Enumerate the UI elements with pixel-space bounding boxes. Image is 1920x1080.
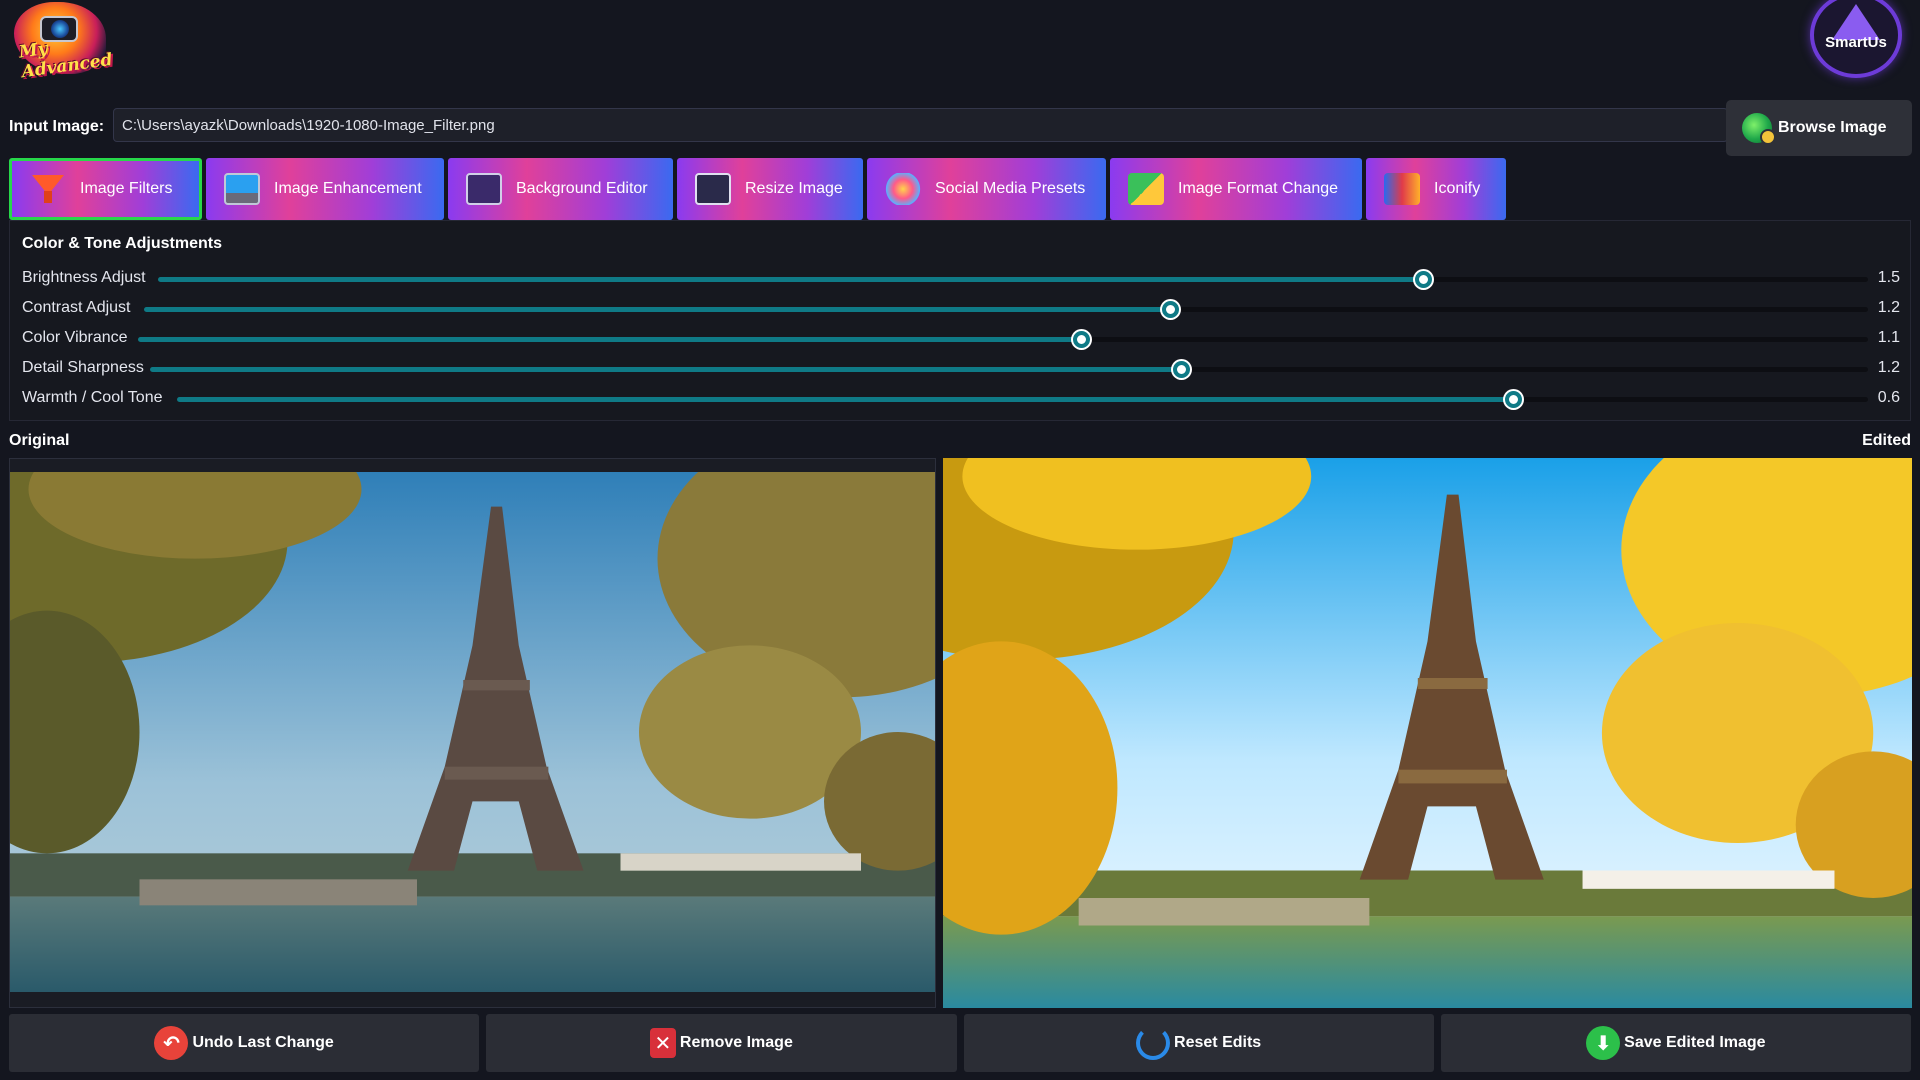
reset-icon [1136,1026,1171,1060]
undo-icon: ↶ [154,1026,189,1060]
download-icon: ⬇ [1586,1026,1621,1060]
tab-label: Background Editor [516,180,648,197]
sharpness-slider-row: Detail Sharpness 1.2 [22,353,1900,383]
vibrance-slider[interactable] [138,331,1868,348]
reset-edits-button[interactable]: Reset Edits [963,1014,1434,1072]
tab-label: Image Filters [80,180,173,197]
iconify-icon [1384,173,1420,205]
warmth-slider[interactable] [177,391,1868,408]
tab-label: Image Enhancement [274,180,422,197]
brand-logo: SmartUs [1810,0,1902,78]
tab-image-enhancement[interactable]: Image Enhancement [206,158,444,220]
slider-label: Detail Sharpness [22,359,144,376]
slider-fill [158,277,1424,282]
slider-value: 0.6 [1877,389,1900,406]
original-label: Original [9,432,70,449]
slider-label: Brightness Adjust [22,269,146,286]
slider-value: 1.1 [1877,329,1900,346]
tab-resize-image[interactable]: Resize Image [677,158,863,220]
brand-logo-text: SmartUs [1825,34,1887,51]
action-bar: ↶ Undo Last Change ✕ Remove Image Reset … [9,1014,1911,1072]
slider-fill [138,337,1081,342]
contrast-slider[interactable] [144,301,1868,318]
slider-label: Color Vibrance [22,329,128,346]
browse-image-button[interactable]: Browse Image [1726,100,1912,156]
tab-iconify[interactable]: Iconify [1366,158,1506,220]
slider-handle[interactable] [1172,361,1190,378]
edited-image-preview [943,458,1912,1008]
tab-background-editor[interactable]: Background Editor [448,158,673,220]
slider-handle[interactable] [1072,331,1090,348]
remove-image-button[interactable]: ✕ Remove Image [486,1014,957,1072]
monitor-icon [224,173,260,205]
slider-fill [150,367,1181,372]
slider-value: 1.2 [1877,359,1900,376]
slider-fill [177,397,1513,402]
edited-label: Edited [1862,432,1911,449]
save-label: Save Edited Image [1624,1034,1766,1051]
input-image-row: Input Image: C:\Users\ayazk\Downloads\19… [9,100,1912,156]
browse-image-label: Browse Image [1778,119,1887,136]
save-edited-image-button[interactable]: ⬇ Save Edited Image [1440,1014,1911,1072]
slider-fill [144,307,1170,312]
contrast-slider-row: Contrast Adjust 1.2 [22,293,1900,323]
panel-title: Color & Tone Adjustments [22,235,222,252]
undo-label: Undo Last Change [192,1034,334,1051]
globe-icon [1742,113,1776,145]
warmth-slider-row: Warmth / Cool Tone 0.6 [22,383,1900,413]
tab-image-filters[interactable]: Image Filters [9,158,202,220]
original-image-preview [9,458,936,1008]
app-logo: My Advanced [6,0,114,86]
trash-icon: ✕ [649,1028,676,1058]
tab-social-media-presets[interactable]: Social Media Presets [867,158,1106,220]
reset-label: Reset Edits [1174,1034,1262,1051]
slider-label: Contrast Adjust [22,299,131,316]
tab-label: Resize Image [745,180,843,197]
remove-label: Remove Image [679,1034,793,1051]
slider-handle[interactable] [1415,271,1433,288]
format-change-icon [1128,173,1164,205]
slider-label: Warmth / Cool Tone [22,389,163,406]
color-tone-adjustments-panel: Color & Tone Adjustments Brightness Adju… [9,220,1911,421]
tool-tabs: Image Filters Image Enhancement Backgrou… [9,158,1506,220]
tab-label: Iconify [1434,180,1481,197]
brightness-slider[interactable] [158,271,1868,288]
social-media-icon [885,173,921,205]
background-editor-icon [466,173,502,205]
original-photo [10,472,935,992]
tab-label: Image Format Change [1178,180,1339,197]
slider-handle[interactable] [1504,391,1522,408]
vibrance-slider-row: Color Vibrance 1.1 [22,323,1900,353]
slider-handle[interactable] [1161,301,1179,318]
slider-value: 1.2 [1877,299,1900,316]
undo-last-change-button[interactable]: ↶ Undo Last Change [9,1014,480,1072]
resize-icon [695,173,731,205]
sharpness-slider[interactable] [150,361,1868,378]
tab-image-format-change[interactable]: Image Format Change [1110,158,1362,220]
input-image-path-field[interactable]: C:\Users\ayazk\Downloads\1920-1080-Image… [113,108,1728,142]
filter-funnel-icon [30,173,66,205]
edited-photo [943,458,1912,1008]
tab-label: Social Media Presets [935,180,1086,197]
brightness-slider-row: Brightness Adjust 1.5 [22,263,1900,293]
slider-value: 1.5 [1877,269,1900,286]
input-image-label: Input Image: [9,118,105,135]
